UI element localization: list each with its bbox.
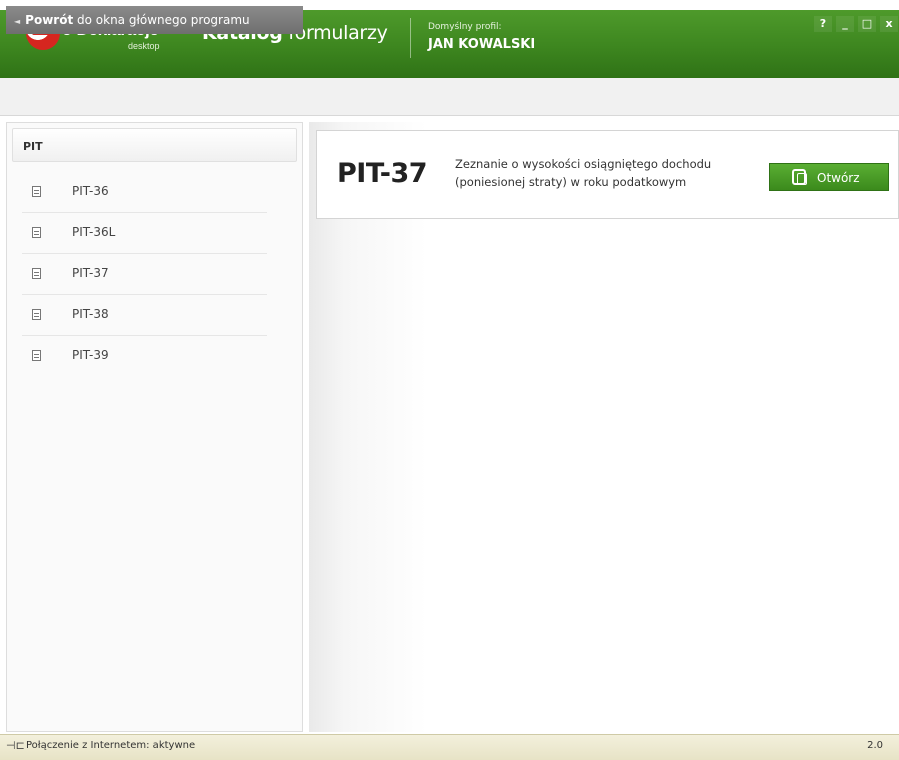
document-icon (32, 227, 41, 238)
profile-label: Domyślny profil: (428, 22, 502, 32)
back-to-main-window-button[interactable]: ◄ Powrót do okna głównego programu (6, 6, 303, 34)
close-button[interactable]: x (880, 16, 898, 32)
list-item-pit-36[interactable]: PIT-36 (22, 172, 267, 213)
form-list: PIT-36 PIT-36L PIT-37 PIT-38 PIT-39 (22, 172, 267, 376)
list-item-label: PIT-38 (72, 307, 109, 321)
plug-icon: ⊣⊏ (6, 739, 25, 752)
list-item-pit-39[interactable]: PIT-39 (22, 336, 267, 376)
connection-status: Połączenie z Internetem: aktywne (26, 740, 196, 751)
form-description: Zeznanie o wysokości osiągniętego dochod… (455, 157, 712, 189)
back-label-bold: Powrót (25, 13, 74, 27)
document-icon (32, 309, 41, 320)
list-item-label: PIT-37 (72, 266, 109, 280)
open-button-label: Otwórz (817, 171, 860, 185)
category-header: PIT (12, 128, 297, 162)
document-icon (32, 268, 41, 279)
help-button[interactable]: ? (814, 16, 832, 32)
open-document-icon (792, 169, 807, 185)
form-code-title: PIT-37 (337, 158, 428, 189)
profile-name: JAN KOWALSKI (428, 37, 536, 52)
version-label: 2.0 (867, 740, 883, 751)
list-item-label: PIT-36 (72, 184, 109, 198)
list-item-label: PIT-39 (72, 348, 109, 362)
list-item-pit-37[interactable]: PIT-37 (22, 254, 267, 295)
toolbar (0, 78, 899, 116)
page-title-light: formularzy (288, 22, 388, 44)
list-item-pit-38[interactable]: PIT-38 (22, 295, 267, 336)
header-divider (410, 18, 411, 58)
list-item-pit-36l[interactable]: PIT-36L (22, 213, 267, 254)
document-icon (32, 350, 41, 361)
maximize-button[interactable]: □ (858, 16, 876, 32)
logo-subtitle: desktop (128, 41, 160, 51)
open-form-button[interactable]: Otwórz (769, 163, 889, 191)
back-label-rest: do okna głównego programu (77, 13, 250, 27)
list-item-label: PIT-36L (72, 225, 116, 239)
minimize-button[interactable]: _ (836, 16, 854, 32)
back-arrow-icon: ◄ (14, 17, 21, 26)
document-icon (32, 186, 41, 197)
